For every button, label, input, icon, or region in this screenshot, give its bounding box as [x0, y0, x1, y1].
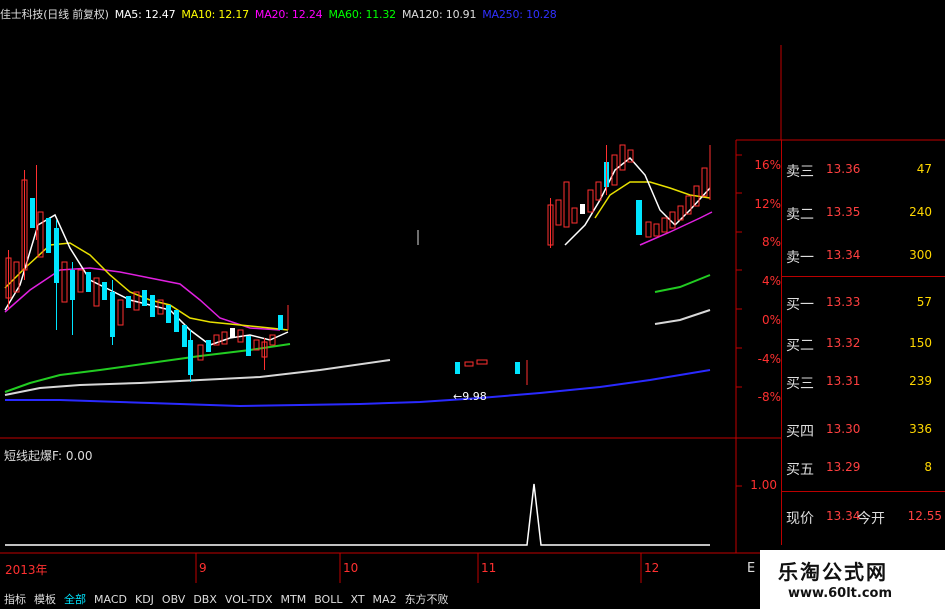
indicator-axis-label: 1.00 — [750, 478, 777, 492]
time-label-nov: 11 — [481, 561, 497, 575]
tab-all[interactable]: 全部 — [60, 590, 90, 608]
ma60-line-right — [654, 274, 711, 293]
buy-row-1[interactable]: 买一 13.33 57 — [782, 288, 945, 321]
ma120-value: MA120: 10.91 — [401, 8, 477, 21]
tab-kdj[interactable]: KDJ — [131, 592, 158, 607]
ma20-value: MA20: 12.24 — [254, 8, 323, 21]
tab-ma2[interactable]: MA2 — [369, 592, 401, 607]
right-edge-letter: E — [747, 561, 756, 576]
ma-legend: 佳士科技(日线 前复权) MA5: 12.47 MA10: 12.17 MA20: 1… — [0, 6, 563, 28]
price-axis-labels: 16% 12% 8% 4% 0% -4% -8% — [745, 146, 781, 417]
tab-macd[interactable]: MACD — [90, 592, 131, 607]
ma60-value: MA60: 11.32 — [328, 8, 396, 21]
sell-volume: 240 — [909, 205, 932, 219]
tab-dbx[interactable]: DBX — [189, 592, 221, 607]
sell-volume: 300 — [909, 248, 932, 262]
price-label: 0% — [761, 312, 781, 327]
indicator-label: 短线起爆F: 0.00 — [4, 449, 93, 463]
price-axis-ticks — [736, 154, 742, 388]
ma120-line — [4, 359, 391, 396]
sell-label: 卖三 — [786, 164, 814, 180]
tab-template[interactable]: 模板 — [30, 590, 60, 608]
tab-xt[interactable]: XT — [346, 592, 368, 607]
ma10-value: MA10: 12.17 — [181, 8, 249, 21]
time-label-year: 2013年 — [5, 563, 48, 577]
order-book-panel: 卖三 13.36 47 卖二 13.35 240 卖一 13.34 300 买一… — [781, 140, 945, 545]
tab-obv[interactable]: OBV — [158, 592, 189, 607]
open-price: 12.55 — [907, 509, 942, 523]
buy-label: 买一 — [786, 297, 814, 313]
book-divider — [782, 276, 945, 277]
candles-left — [5, 165, 289, 382]
buy-volume: 336 — [909, 422, 932, 436]
ma5-value: MA5: 12.47 — [114, 8, 176, 21]
time-label-dec: 12 — [644, 561, 660, 575]
ma120-line-right — [654, 309, 711, 325]
sell-row-3[interactable]: 卖三 13.36 47 — [782, 155, 945, 188]
sell-label: 卖一 — [786, 250, 814, 266]
sell-price: 13.36 — [826, 162, 861, 176]
indicator-tab-bar: 指标 模板 全部 MACD KDJ OBV DBX VOL-TDX MTM BOLL XT MA2 东方… — [0, 590, 760, 609]
min-price-marker: ←9.98 — [453, 390, 487, 403]
buy-row-2[interactable]: 买二 13.32 150 — [782, 329, 945, 362]
ma250-line — [5, 369, 711, 408]
stock-title: 佳士科技(日线 前复权) — [0, 8, 109, 21]
time-label-sep: 9 — [199, 561, 207, 575]
sell-price: 13.35 — [826, 205, 861, 219]
buy-row-3[interactable]: 买三 13.31 239 — [782, 367, 945, 400]
price-label: 12% — [754, 196, 781, 211]
buy-price: 13.29 — [826, 460, 861, 474]
sell-price: 13.34 — [826, 248, 861, 262]
buy-volume: 8 — [924, 460, 932, 474]
sell-label: 卖二 — [786, 207, 814, 223]
buy-price: 13.31 — [826, 374, 861, 388]
tab-boll[interactable]: BOLL — [310, 592, 346, 607]
candles-middle — [417, 230, 528, 385]
quote-row: 现价 13.34 今开 12.55 — [782, 502, 945, 535]
tab-mtm[interactable]: MTM — [277, 592, 311, 607]
watermark: 乐淘公式网 www.60lt.com — [760, 550, 945, 609]
watermark-url: www.60lt.com — [788, 586, 893, 601]
sell-volume: 47 — [916, 162, 932, 176]
buy-label: 买二 — [786, 338, 814, 354]
sell-row-2[interactable]: 卖二 13.35 240 — [782, 198, 945, 231]
price-label: -4% — [757, 351, 781, 366]
tab-vol-tdx[interactable]: VOL-TDX — [221, 592, 277, 607]
time-axis-ticks — [195, 553, 642, 583]
tab-dongfangbubai[interactable]: 东方不败 — [401, 590, 453, 608]
ma250-value: MA250: 10.28 — [482, 8, 557, 21]
price-label: 8% — [761, 235, 781, 250]
buy-row-5[interactable]: 买五 13.29 8 — [782, 453, 945, 486]
tab-indicator[interactable]: 指标 — [0, 590, 30, 608]
buy-label: 买五 — [786, 462, 814, 478]
price-label: -8% — [757, 390, 781, 405]
buy-volume: 150 — [909, 336, 932, 350]
indicator-line — [5, 483, 710, 546]
buy-volume: 57 — [916, 295, 932, 309]
candles-right — [547, 144, 711, 248]
book-divider — [782, 491, 945, 492]
sell-row-1[interactable]: 卖一 13.34 300 — [782, 241, 945, 274]
buy-row-4[interactable]: 买四 13.30 336 — [782, 415, 945, 448]
price-label: 4% — [761, 274, 781, 289]
buy-price: 13.30 — [826, 422, 861, 436]
price-label: 16% — [754, 158, 781, 172]
ma10-line-right — [594, 181, 711, 219]
current-price-label: 现价 — [786, 511, 814, 527]
buy-price: 13.33 — [826, 295, 861, 309]
buy-volume: 239 — [909, 374, 932, 388]
buy-label: 买四 — [786, 424, 814, 440]
buy-label: 买三 — [786, 376, 814, 392]
watermark-title: 乐淘公式网 — [778, 560, 888, 584]
buy-price: 13.32 — [826, 336, 861, 350]
open-price-label: 今开 — [857, 511, 885, 527]
ma10-line — [4, 242, 289, 331]
current-price: 13.34 — [826, 509, 861, 523]
time-label-oct: 10 — [343, 561, 359, 575]
